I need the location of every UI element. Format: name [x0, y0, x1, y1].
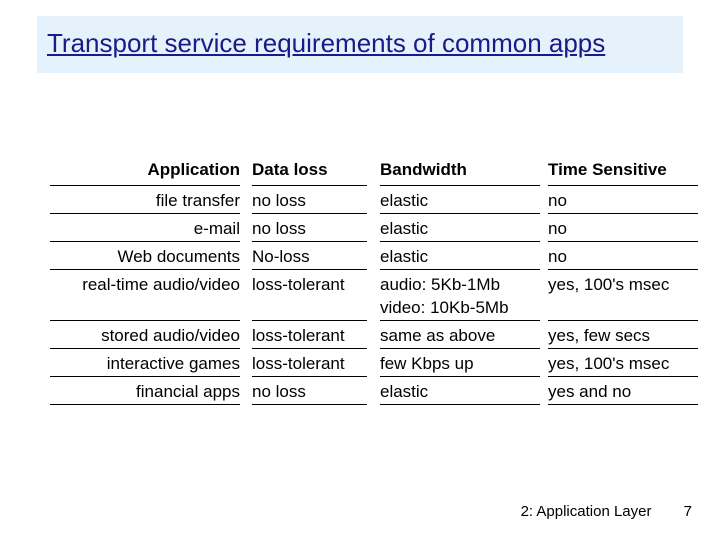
table-cell: Web documents — [30, 245, 240, 268]
footer-chapter: 2: Application Layer — [521, 503, 652, 520]
table-cell: same as above — [380, 324, 540, 347]
hdr-application: Application — [30, 160, 240, 184]
slide-footer: 2: Application Layer 7 — [521, 503, 692, 520]
col-data-loss: Data loss no loss no loss No-loss loss-t… — [252, 160, 367, 408]
table-cell: file transfer — [30, 189, 240, 212]
table-cell: few Kbps up — [380, 352, 540, 375]
table-cell: e-mail — [30, 217, 240, 240]
table-cell: loss-tolerant — [252, 352, 367, 375]
hdr-time-sensitive: Time Sensitive — [548, 160, 698, 184]
table-cell: yes, 100's msec — [548, 352, 698, 375]
table-cell: no loss — [252, 189, 367, 212]
table-cell: loss-tolerant — [252, 273, 367, 296]
table-cell: loss-tolerant — [252, 324, 367, 347]
hdr-bandwidth: Bandwidth — [380, 160, 540, 184]
footer-page-number: 7 — [684, 503, 692, 520]
table-cell: yes, few secs — [548, 324, 698, 347]
table-cell: yes, 100's msec — [548, 273, 698, 296]
table-cell: stored audio/video — [30, 324, 240, 347]
col-time-sensitive: Time Sensitive no no no yes, 100's msec … — [548, 160, 698, 408]
table-cell: elastic — [380, 217, 540, 240]
table-cell: interactive games — [30, 352, 240, 375]
col-bandwidth: Bandwidth elastic elastic elastic audio:… — [380, 160, 540, 408]
table-cell: elastic — [380, 189, 540, 212]
table-cell: audio: 5Kb-1Mb — [380, 273, 540, 296]
col-application: Application file transfer e-mail Web doc… — [30, 160, 240, 408]
table-cell: real-time audio/video — [30, 273, 240, 296]
table-cell: yes and no — [548, 380, 698, 403]
table-cell: elastic — [380, 380, 540, 403]
table-cell: no — [548, 245, 698, 268]
table-cell: no — [548, 217, 698, 240]
table-cell: no — [548, 189, 698, 212]
table-cell: no loss — [252, 380, 367, 403]
table-cell: no loss — [252, 217, 367, 240]
hdr-data-loss: Data loss — [252, 160, 367, 184]
slide-title: Transport service requirements of common… — [37, 28, 683, 59]
table-cell: financial apps — [30, 380, 240, 403]
title-band: Transport service requirements of common… — [37, 16, 683, 73]
table-cell: elastic — [380, 245, 540, 268]
table-cell: No-loss — [252, 245, 367, 268]
table-cell: video: 10Kb-5Mb — [380, 296, 540, 319]
